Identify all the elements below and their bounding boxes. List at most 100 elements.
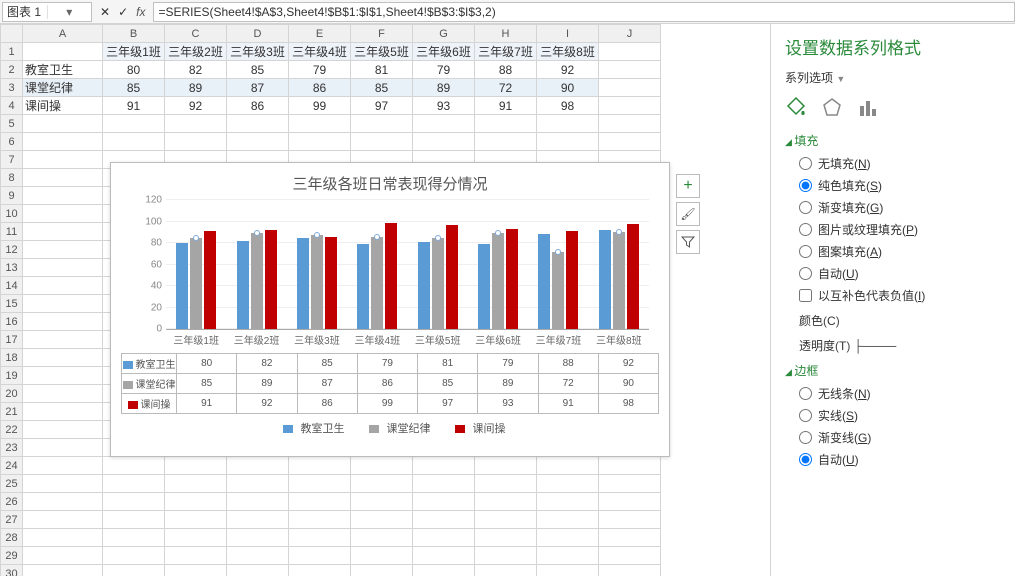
cell[interactable] (413, 115, 475, 133)
fill-option[interactable]: 纯色填充(S) (799, 177, 1001, 194)
row-header[interactable]: 20 (1, 385, 23, 403)
cell[interactable] (413, 493, 475, 511)
fill-line-icon[interactable] (785, 96, 807, 118)
cell[interactable] (289, 529, 351, 547)
row-header[interactable]: 29 (1, 547, 23, 565)
cell[interactable] (599, 493, 661, 511)
fill-option[interactable]: 无填充(N) (799, 155, 1001, 172)
cell[interactable]: 三年级6班 (413, 43, 475, 61)
cell[interactable] (23, 493, 103, 511)
cell[interactable] (103, 565, 165, 576)
row-header[interactable]: 4 (1, 97, 23, 115)
chart-add-element-button[interactable]: + (676, 174, 700, 198)
cell[interactable]: 79 (413, 61, 475, 79)
cell[interactable] (599, 133, 661, 151)
cell[interactable] (23, 241, 103, 259)
confirm-icon[interactable]: ✓ (118, 5, 128, 19)
cell[interactable]: 课堂纪律 (23, 79, 103, 97)
cell[interactable] (165, 529, 227, 547)
chart-bar[interactable] (204, 231, 216, 329)
row-header[interactable]: 8 (1, 169, 23, 187)
cell[interactable] (23, 547, 103, 565)
chart-bar[interactable] (432, 238, 444, 329)
chart-bar[interactable] (325, 237, 337, 329)
row-header[interactable]: 2 (1, 61, 23, 79)
column-header[interactable]: G (413, 25, 475, 43)
chart-bar[interactable] (627, 224, 639, 329)
cell[interactable]: 92 (165, 97, 227, 115)
cell[interactable] (227, 493, 289, 511)
cell[interactable]: 三年级4班 (289, 43, 351, 61)
cell[interactable] (289, 133, 351, 151)
cell[interactable] (537, 511, 599, 529)
column-header[interactable]: I (537, 25, 599, 43)
invert-checkbox-input[interactable] (799, 289, 812, 302)
cell[interactable] (599, 43, 661, 61)
border-section-header[interactable]: 边框 (785, 362, 1001, 379)
cell[interactable] (599, 457, 661, 475)
cell[interactable]: 三年级1班 (103, 43, 165, 61)
row-header[interactable]: 18 (1, 349, 23, 367)
column-header[interactable]: E (289, 25, 351, 43)
name-box-dropdown-icon[interactable]: ▾ (47, 5, 92, 19)
cell[interactable] (289, 457, 351, 475)
cell[interactable] (103, 457, 165, 475)
cell[interactable] (165, 565, 227, 576)
cell[interactable] (23, 367, 103, 385)
name-box[interactable]: 图表 1 ▾ (2, 2, 92, 22)
row-header[interactable]: 22 (1, 421, 23, 439)
cell[interactable] (599, 511, 661, 529)
cell[interactable] (413, 133, 475, 151)
cell[interactable] (351, 493, 413, 511)
border-option[interactable]: 无线条(N) (799, 385, 1001, 402)
invert-negative-checkbox[interactable]: 以互补色代表负值(I) (799, 287, 1001, 304)
chart-bar[interactable] (446, 225, 458, 329)
cell[interactable] (351, 565, 413, 576)
cell[interactable] (103, 511, 165, 529)
cell[interactable] (289, 511, 351, 529)
cell[interactable]: 三年级3班 (227, 43, 289, 61)
cell[interactable]: 92 (537, 61, 599, 79)
cell[interactable] (23, 529, 103, 547)
cell[interactable]: 三年级7班 (475, 43, 537, 61)
chart-bar[interactable] (176, 243, 188, 329)
cell[interactable] (413, 457, 475, 475)
cell[interactable] (23, 331, 103, 349)
cell[interactable] (23, 385, 103, 403)
pane-series-options[interactable]: 系列选项 ▼ (785, 69, 1001, 86)
cell[interactable]: 85 (103, 79, 165, 97)
cell[interactable] (103, 547, 165, 565)
cell[interactable] (475, 133, 537, 151)
row-header[interactable]: 16 (1, 313, 23, 331)
chart-title[interactable]: 三年级各班日常表现得分情况 (111, 163, 669, 200)
cell[interactable] (413, 475, 475, 493)
series-options-icon[interactable] (857, 96, 879, 118)
cell[interactable] (165, 457, 227, 475)
row-header[interactable]: 7 (1, 151, 23, 169)
cell[interactable] (227, 133, 289, 151)
row-header[interactable]: 15 (1, 295, 23, 313)
cell[interactable]: 86 (289, 79, 351, 97)
cell[interactable] (351, 529, 413, 547)
cell[interactable] (537, 493, 599, 511)
cell[interactable] (165, 511, 227, 529)
cell[interactable] (103, 529, 165, 547)
cell[interactable] (165, 493, 227, 511)
cell[interactable] (475, 511, 537, 529)
formula-input[interactable]: =SERIES(Sheet4!$A$3,Sheet4!$B$1:$I$1,She… (153, 2, 1015, 22)
chart-plot-area[interactable]: 020406080100120 (166, 200, 649, 330)
cell[interactable] (23, 439, 103, 457)
cell[interactable] (103, 115, 165, 133)
fx-icon[interactable]: fx (136, 5, 145, 19)
cell[interactable] (227, 475, 289, 493)
chart-bar[interactable] (311, 235, 323, 329)
cell[interactable]: 93 (413, 97, 475, 115)
chart-bar[interactable] (552, 252, 564, 329)
cell[interactable] (475, 457, 537, 475)
cell[interactable] (599, 529, 661, 547)
cell[interactable] (227, 547, 289, 565)
cell[interactable] (23, 403, 103, 421)
cell[interactable] (23, 565, 103, 576)
cell[interactable] (599, 97, 661, 115)
cell[interactable] (23, 187, 103, 205)
